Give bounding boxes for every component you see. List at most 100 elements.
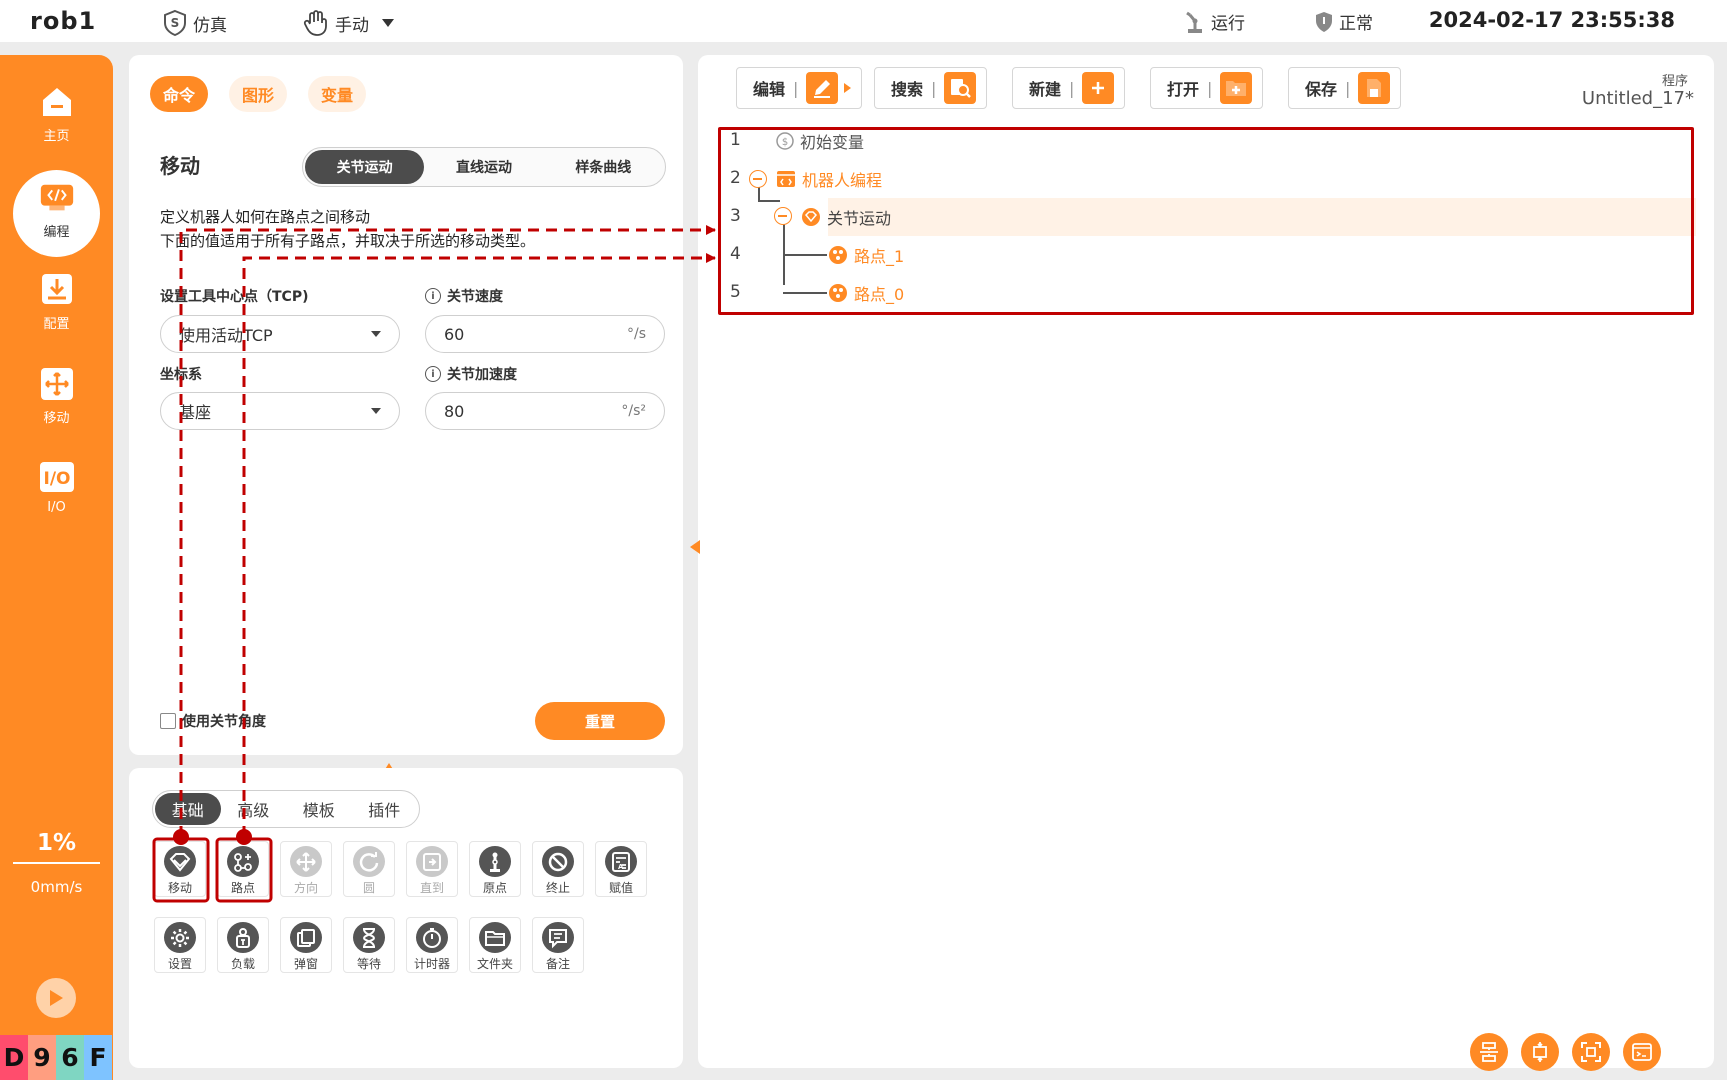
tcp-label-text: 设置工具中心点（TCP) (160, 289, 309, 305)
joint-speed-label-text: 关节速度 (447, 289, 503, 305)
expand-tree-button[interactable] (1470, 1033, 1508, 1071)
save-icon (1367, 79, 1382, 97)
tile-label: 原点 (482, 881, 507, 895)
move-type-spline[interactable]: 样条曲线 (544, 150, 663, 184)
joint-speed-input[interactable]: 60 °/s (425, 315, 665, 353)
shield-icon (1316, 11, 1332, 32)
edit-label: 编辑 (753, 80, 786, 99)
robot-name: rob1 (30, 7, 97, 35)
joint-accel-input[interactable]: 80 °/s² (425, 392, 665, 430)
direction-icon (296, 851, 316, 872)
edit-button[interactable]: 编辑 | (736, 67, 863, 109)
tile-label: 路点 (230, 881, 255, 895)
sidebar-item-home-label: 主页 (43, 129, 70, 144)
program-name: Untitled_17* (1581, 88, 1694, 109)
info-icon[interactable]: i (425, 288, 441, 304)
info-icon[interactable]: i (425, 366, 441, 382)
open-button[interactable]: 打开 | (1150, 67, 1264, 109)
tile-popup[interactable]: 弹窗 (280, 917, 332, 973)
sidebar: 主页 编程 配置 移动 I/O I/O (0, 55, 113, 1080)
new-label: 新建 (1029, 80, 1062, 99)
hand-icon (303, 10, 327, 36)
open-folder-icon (1226, 81, 1247, 96)
tile-timer[interactable]: 计时器 (406, 917, 458, 973)
search-icon (951, 79, 972, 98)
simulation-label: 仿真 (193, 15, 227, 36)
command-panel: 命令 图形 变量 移动 关节运动 直线运动 样条曲线 定义机器人如何在路点之间移… (129, 55, 683, 755)
tile-home[interactable]: 原点 (469, 841, 521, 897)
description-line-2: 下面的值适用于所有子路点，并取决于所选的移动类型。 (160, 232, 536, 250)
payload-icon (236, 927, 250, 948)
tab-command[interactable]: 命令 (150, 76, 208, 112)
tile-assign[interactable]: A 赋值 (595, 841, 647, 897)
frame-label-text: 坐标系 (160, 367, 202, 383)
tab-plugin[interactable]: 插件 (352, 793, 418, 825)
annotation-highlight-box (718, 127, 1694, 315)
move-type-linear[interactable]: 直线运动 (424, 150, 543, 184)
fullscreen-button[interactable] (1572, 1033, 1610, 1071)
sidebar-item-programming[interactable]: 编程 (0, 179, 113, 240)
sidebar-item-home[interactable]: 主页 (0, 83, 113, 144)
speed-divider (13, 862, 100, 864)
use-joint-angle-row[interactable]: 使用关节角度 (160, 711, 266, 731)
circle-arrow-icon (359, 851, 379, 872)
search-label: 搜索 (891, 80, 924, 99)
manual-mode-dropdown[interactable]: 手动 (302, 9, 394, 37)
save-button[interactable]: 保存 | (1288, 67, 1402, 109)
program-panel: 编辑 | 搜索 | 新建 | 打开 | 保存 | 程序 Untitled_17* 1 2 … (698, 55, 1714, 1071)
move-icon (40, 368, 73, 400)
tile-waypoint[interactable]: 路点 (217, 841, 269, 897)
simulation-mode[interactable]: S 仿真 (162, 9, 227, 37)
use-joint-angle-label: 使用关节角度 (182, 714, 266, 730)
terminal-icon (1632, 1043, 1652, 1061)
tab-advanced[interactable]: 高级 (221, 793, 287, 825)
gear-icon (171, 928, 189, 947)
tile-folder[interactable]: 文件夹 (469, 917, 521, 973)
tile-direction[interactable]: 方向 (280, 841, 332, 897)
collapse-left-icon[interactable] (690, 540, 700, 554)
tile-comment[interactable]: 备注 (532, 917, 584, 973)
until-icon (423, 852, 441, 871)
tab-variables[interactable]: 变量 (308, 76, 366, 112)
move-type-joint[interactable]: 关节运动 (305, 150, 425, 184)
speed-percent[interactable]: 1% (0, 830, 113, 856)
assign-icon: A (612, 851, 630, 872)
collapse-tree-button[interactable] (1521, 1033, 1559, 1071)
tile-payload[interactable]: 负载 (217, 917, 269, 973)
new-button[interactable]: 新建 | (1012, 67, 1126, 109)
sidebar-item-move[interactable]: 移动 (0, 365, 113, 426)
tile-label: 赋值 (608, 881, 633, 895)
move-command-icon (169, 852, 191, 872)
tile-stop[interactable]: 终止 (532, 841, 584, 897)
chevron-down-icon (371, 408, 381, 414)
open-label: 打开 (1167, 80, 1200, 99)
frame-dropdown[interactable]: 基座 (160, 392, 400, 430)
tile-label: 设置 (167, 957, 192, 971)
code-icon (40, 184, 73, 211)
script-button[interactable] (1623, 1033, 1661, 1071)
tcp-dropdown[interactable]: 使用活动TCP (160, 315, 400, 353)
tile-settings[interactable]: 设置 (154, 917, 206, 973)
sidebar-item-config[interactable]: 配置 (0, 271, 113, 332)
run-status: 运行 (1184, 9, 1245, 34)
hourglass-icon (362, 927, 376, 948)
waypoint-icon (234, 852, 252, 872)
popup-icon (297, 928, 315, 947)
speed-mm: 0mm/s (30, 878, 83, 896)
collapse-tree-icon (1533, 1042, 1547, 1062)
tab-basic[interactable]: 基础 (155, 793, 221, 825)
play-button[interactable] (36, 978, 76, 1018)
search-button[interactable]: 搜索 | (874, 67, 988, 109)
tile-circle[interactable]: 圆 (343, 841, 395, 897)
tile-until[interactable]: 直到 (406, 841, 458, 897)
tab-template[interactable]: 模板 (286, 793, 352, 825)
reset-button[interactable]: 重置 (535, 702, 665, 740)
system-state: 正常 (1314, 9, 1373, 34)
sidebar-item-io[interactable]: I/O I/O (0, 458, 113, 515)
tile-wait[interactable]: 等待 (343, 917, 395, 973)
joint-speed-unit: °/s (626, 326, 646, 342)
tile-label: 文件夹 (476, 957, 513, 971)
use-joint-angle-checkbox[interactable] (160, 713, 176, 729)
tab-graphics[interactable]: 图形 (229, 76, 287, 112)
tile-move[interactable]: 移动 (154, 841, 206, 897)
